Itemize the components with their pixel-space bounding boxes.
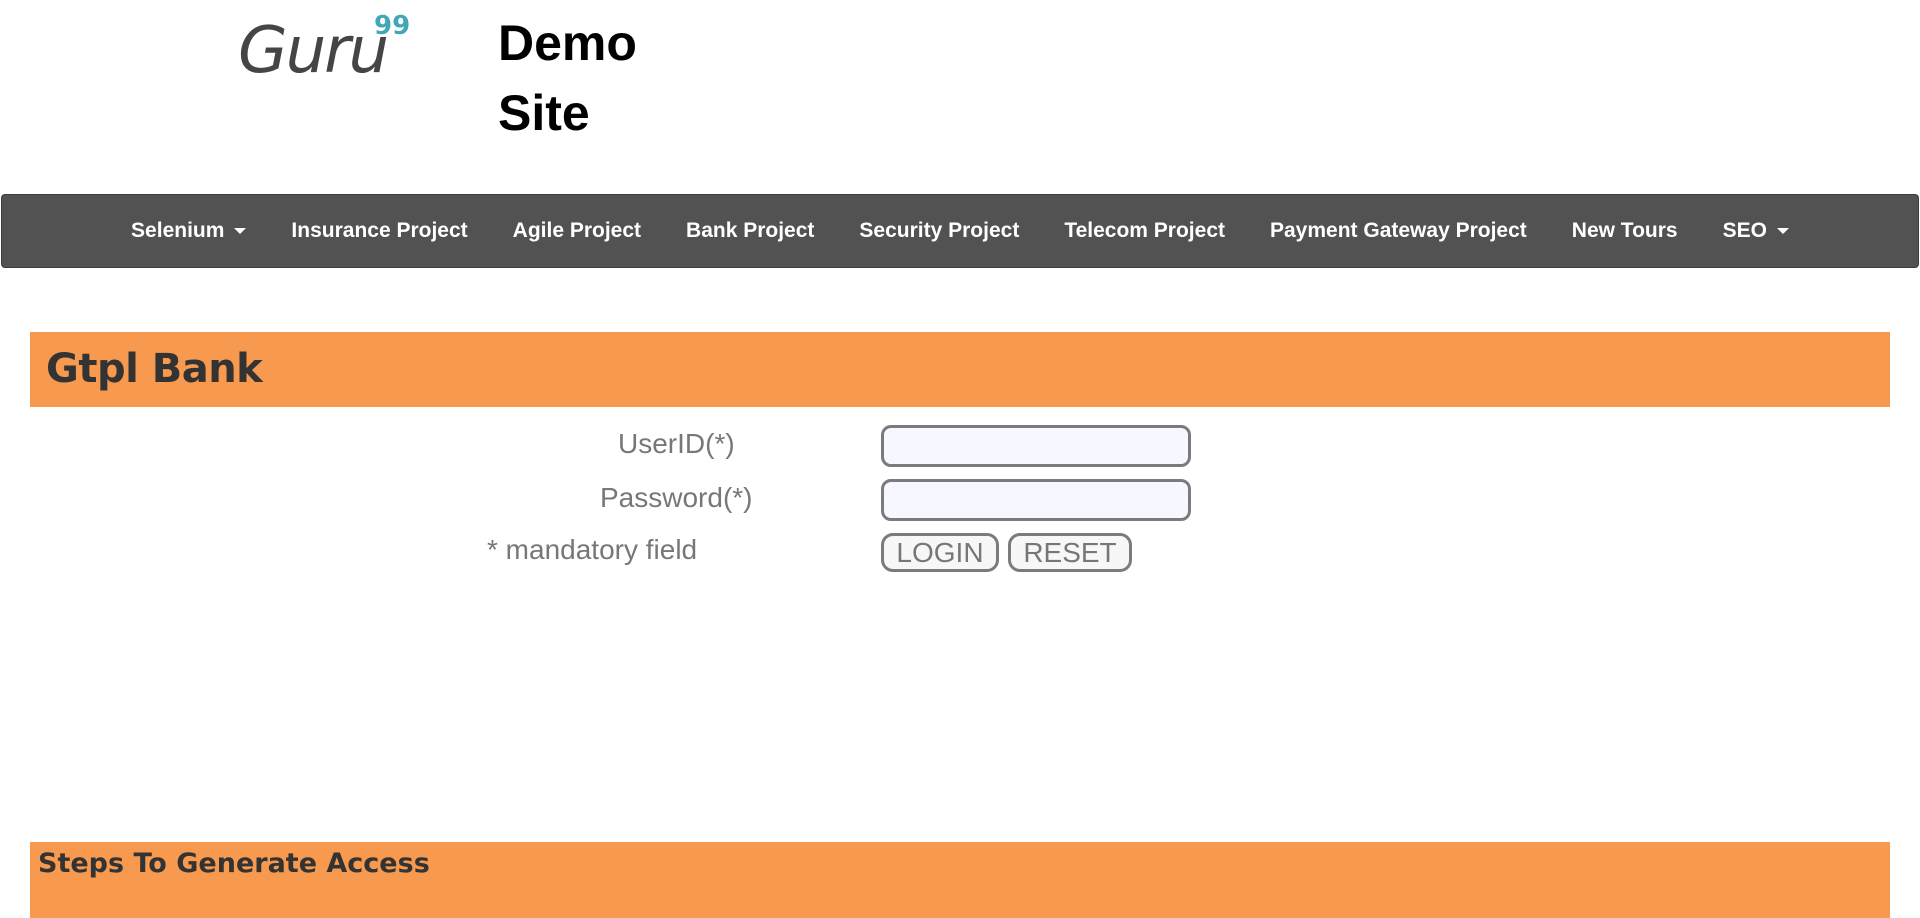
login-button[interactable]: LOGIN: [881, 533, 999, 572]
caret-down-icon: [1776, 228, 1789, 234]
nav-item-label: Telecom Project: [1064, 219, 1225, 242]
guru99-logo-graphic: Guru 99: [238, 12, 410, 84]
password-label: Password(*): [600, 482, 753, 513]
userid-label: UserID(*): [618, 428, 735, 459]
nav-item-label: SEO: [1722, 219, 1767, 242]
nav-item-selenium[interactable]: Selenium: [109, 219, 269, 243]
nav-item-security-project[interactable]: Security Project: [837, 219, 1042, 243]
site-title: Demo Site: [498, 8, 637, 148]
nav-item-label: Bank Project: [686, 219, 815, 242]
nav-item-label: Payment Gateway Project: [1270, 219, 1527, 242]
nav-item-payment-gateway-project[interactable]: Payment Gateway Project: [1248, 219, 1550, 243]
nav-item-new-tours[interactable]: New Tours: [1549, 219, 1700, 243]
guru99-logo[interactable]: Guru 99: [238, 12, 418, 84]
nav-item-insurance-project[interactable]: Insurance Project: [269, 219, 490, 243]
reset-button[interactable]: RESET: [1008, 533, 1132, 572]
site-title-line1: Demo: [498, 15, 637, 71]
nav-item-label: Security Project: [859, 219, 1020, 242]
site-title-line2: Site: [498, 85, 590, 141]
mandatory-field-note: * mandatory field: [487, 534, 698, 565]
userid-input[interactable]: [881, 425, 1191, 467]
password-input[interactable]: [881, 479, 1191, 521]
main-navbar: Selenium Insurance Project Agile Project…: [1, 194, 1919, 268]
steps-title: Steps To Generate Access: [38, 848, 430, 879]
nav-item-label: Selenium: [131, 219, 225, 242]
nav-item-label: Agile Project: [512, 219, 642, 242]
nav-list: Selenium Insurance Project Agile Project…: [2, 195, 1918, 267]
nav-item-label: New Tours: [1571, 219, 1678, 242]
nav-item-label: Insurance Project: [291, 219, 468, 242]
nav-item-bank-project[interactable]: Bank Project: [664, 219, 837, 243]
caret-down-icon: [234, 228, 247, 234]
nav-item-agile-project[interactable]: Agile Project: [490, 219, 663, 243]
logo-text: Guru: [238, 14, 387, 84]
nav-item-seo[interactable]: SEO: [1700, 219, 1811, 243]
bank-title: Gtpl Bank: [46, 346, 263, 392]
logo-superscript: 99: [374, 12, 410, 41]
nav-item-telecom-project[interactable]: Telecom Project: [1042, 219, 1248, 243]
bank-banner: Gtpl Bank: [30, 332, 1890, 407]
steps-banner: Steps To Generate Access: [30, 842, 1890, 918]
